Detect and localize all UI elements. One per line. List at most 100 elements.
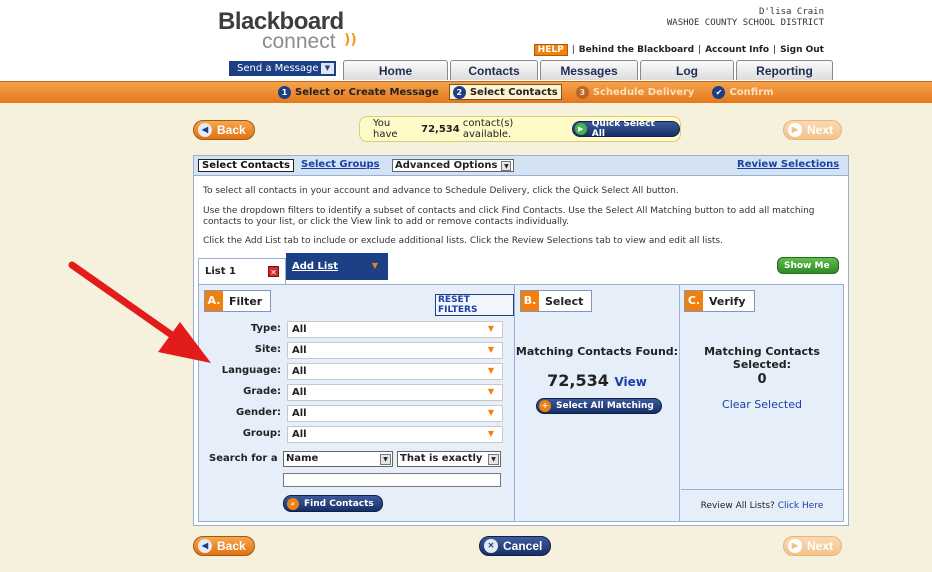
select-all-matching-button[interactable]: + Select All Matching bbox=[536, 398, 662, 414]
panel-tab-bar: Select Contacts Select Groups Advanced O… bbox=[194, 156, 848, 176]
send-message-label: Send a Message bbox=[237, 63, 319, 74]
chevron-down-icon: ▼ bbox=[487, 366, 494, 375]
send-message-dropdown[interactable]: Send a Message ▼ bbox=[229, 61, 336, 76]
filter-row-grade: Grade: All ▼ bbox=[199, 384, 509, 402]
next-button-bottom[interactable]: ▶ Next bbox=[783, 536, 843, 556]
available-count: 72,534 bbox=[421, 123, 460, 135]
select-column: B. Select Matching Contacts Found: 72,53… bbox=[515, 285, 680, 521]
next-button-top[interactable]: ▶ Next bbox=[783, 120, 843, 140]
step-select-or-create-message: 1 Select or Create Message bbox=[278, 84, 439, 100]
filter-row-gender: Gender: All ▼ bbox=[199, 405, 509, 423]
district-name: WASHOE COUNTY SCHOOL DISTRICT bbox=[666, 18, 824, 28]
tab-review-selections[interactable]: Review Selections bbox=[737, 159, 839, 170]
close-icon: ✕ bbox=[484, 539, 498, 553]
sign-out-link[interactable]: Sign Out bbox=[780, 45, 824, 55]
review-click-here-link[interactable]: Click Here bbox=[778, 501, 824, 511]
instruction-filters: Use the dropdown filters to identify a s… bbox=[203, 206, 815, 227]
back-button-top[interactable]: ◀ Back bbox=[193, 120, 255, 140]
tab-contacts[interactable]: Contacts bbox=[450, 60, 538, 80]
matching-selected-count: 0 bbox=[757, 372, 767, 387]
blackboard-connect-logo: Blackboard connect )) bbox=[218, 8, 358, 58]
wizard-steps: 1 Select or Create Message 2 Select Cont… bbox=[278, 84, 792, 100]
language-select[interactable]: All ▼ bbox=[287, 363, 503, 380]
grade-select[interactable]: All ▼ bbox=[287, 384, 503, 401]
site-select[interactable]: All ▼ bbox=[287, 342, 503, 359]
list-1-tab[interactable]: List 1 ✕ bbox=[198, 258, 286, 284]
chevron-down-icon: ▼ bbox=[488, 454, 499, 465]
chevron-down-icon: ▼ bbox=[487, 408, 494, 417]
step-label: Confirm bbox=[729, 86, 774, 98]
group-select[interactable]: All ▼ bbox=[287, 426, 503, 443]
tab-select-contacts[interactable]: Select Contacts bbox=[198, 159, 294, 172]
close-icon[interactable]: ✕ bbox=[268, 266, 279, 277]
verify-column: C. Verify Matching Contacts Selected: 0 … bbox=[681, 285, 843, 521]
checkmark-icon: ✔ bbox=[712, 85, 726, 99]
gender-select[interactable]: All ▼ bbox=[287, 405, 503, 422]
user-name: D'lisa Crain bbox=[758, 7, 824, 17]
step-number-icon: 3 bbox=[575, 85, 589, 99]
matching-found-label: Matching Contacts Found: bbox=[515, 345, 679, 358]
filter-row-group: Group: All ▼ bbox=[199, 426, 509, 444]
filter-column: A. Filter RESET FILTERS Type: All ▼ Site:… bbox=[199, 285, 515, 521]
next-label: Next bbox=[807, 123, 834, 137]
find-contacts-button[interactable]: ⌕ Find Contacts bbox=[283, 495, 383, 512]
show-me-button[interactable]: Show Me bbox=[777, 257, 839, 274]
chevron-down-icon: ▼ bbox=[487, 324, 494, 333]
step-schedule-delivery: 3 Schedule Delivery bbox=[575, 84, 695, 100]
filter-select-verify-area: A. Filter RESET FILTERS Type: All ▼ Site:… bbox=[198, 284, 844, 522]
instruction-add-list: Click the Add List tab to include or exc… bbox=[203, 236, 723, 246]
step-select-contacts: 2 Select Contacts bbox=[448, 84, 562, 100]
plus-icon: + bbox=[539, 400, 551, 412]
chevron-down-icon: ▼ bbox=[501, 160, 512, 171]
add-list-tab[interactable]: Add List ▼ bbox=[286, 253, 388, 280]
advanced-options-dropdown[interactable]: Advanced Options ▼ bbox=[392, 159, 515, 172]
forward-arrow-icon: ▶ bbox=[574, 123, 587, 135]
search-value-input[interactable] bbox=[283, 473, 501, 487]
next-arrow-icon: ▶ bbox=[788, 123, 802, 137]
chevron-down-icon: ▼ bbox=[487, 345, 494, 354]
select-contacts-panel: Select Contacts Select Groups Advanced O… bbox=[193, 155, 849, 526]
tab-home[interactable]: Home bbox=[343, 60, 448, 80]
back-button-bottom[interactable]: ◀ Back bbox=[193, 536, 255, 556]
help-button[interactable]: HELP bbox=[533, 44, 568, 56]
search-operator-select[interactable]: That is exactly ▼ bbox=[397, 451, 501, 467]
cancel-button[interactable]: ✕ Cancel bbox=[479, 536, 552, 556]
step-label: Schedule Delivery bbox=[592, 86, 695, 98]
type-select[interactable]: All ▼ bbox=[287, 321, 503, 338]
quick-select-all-button[interactable]: ▶ Quick Select All bbox=[571, 119, 680, 139]
tab-messages[interactable]: Messages bbox=[540, 60, 638, 80]
contacts-available-banner: You have 72,534 contact(s) available. ▶ … bbox=[359, 116, 681, 142]
chevron-down-icon: ▼ bbox=[371, 261, 378, 270]
matching-selected-label: Matching Contacts Selected: bbox=[704, 345, 820, 371]
view-link[interactable]: View bbox=[614, 375, 646, 389]
filter-row-site: Site: All ▼ bbox=[199, 342, 509, 360]
tab-select-groups[interactable]: Select Groups bbox=[301, 159, 380, 170]
behind-the-blackboard-link[interactable]: Behind the Blackboard bbox=[579, 45, 694, 55]
search-row: Search for a Name ▼ That is exactly ▼ bbox=[199, 451, 509, 469]
tab-reporting[interactable]: Reporting bbox=[736, 60, 833, 80]
main-nav-tabs: Home Contacts Messages Log Reporting bbox=[343, 60, 835, 80]
step-label: Select Contacts bbox=[469, 86, 558, 98]
instruction-quick-select: To select all contacts in your account a… bbox=[203, 186, 679, 196]
account-info-link[interactable]: Account Info bbox=[705, 45, 769, 55]
matching-found-count: 72,534 View bbox=[547, 371, 647, 390]
step-label: Select or Create Message bbox=[295, 86, 439, 98]
clear-selected-link[interactable]: Clear Selected bbox=[722, 398, 802, 411]
top-links: HELP | Behind the Blackboard | Account I… bbox=[533, 44, 824, 56]
chevron-down-icon: ▼ bbox=[487, 387, 494, 396]
chevron-down-icon: ▼ bbox=[380, 454, 391, 465]
reset-filters-button[interactable]: RESET FILTERS bbox=[435, 294, 514, 316]
step-number-icon: 2 bbox=[452, 85, 466, 99]
search-field-select[interactable]: Name ▼ bbox=[283, 451, 393, 467]
back-arrow-icon: ◀ bbox=[198, 123, 212, 137]
chevron-down-icon: ▼ bbox=[487, 429, 494, 438]
select-header: B. Select bbox=[520, 290, 593, 312]
magnifier-icon: ⌕ bbox=[287, 497, 299, 510]
back-arrow-icon: ◀ bbox=[198, 539, 212, 553]
filter-row-type: Type: All ▼ bbox=[199, 321, 509, 339]
logo-word-connect: connect bbox=[262, 30, 336, 53]
back-label: Back bbox=[217, 123, 246, 137]
review-all-lists: Review All Lists? Click Here bbox=[681, 489, 843, 521]
next-arrow-icon: ▶ bbox=[788, 539, 802, 553]
tab-log[interactable]: Log bbox=[640, 60, 734, 80]
